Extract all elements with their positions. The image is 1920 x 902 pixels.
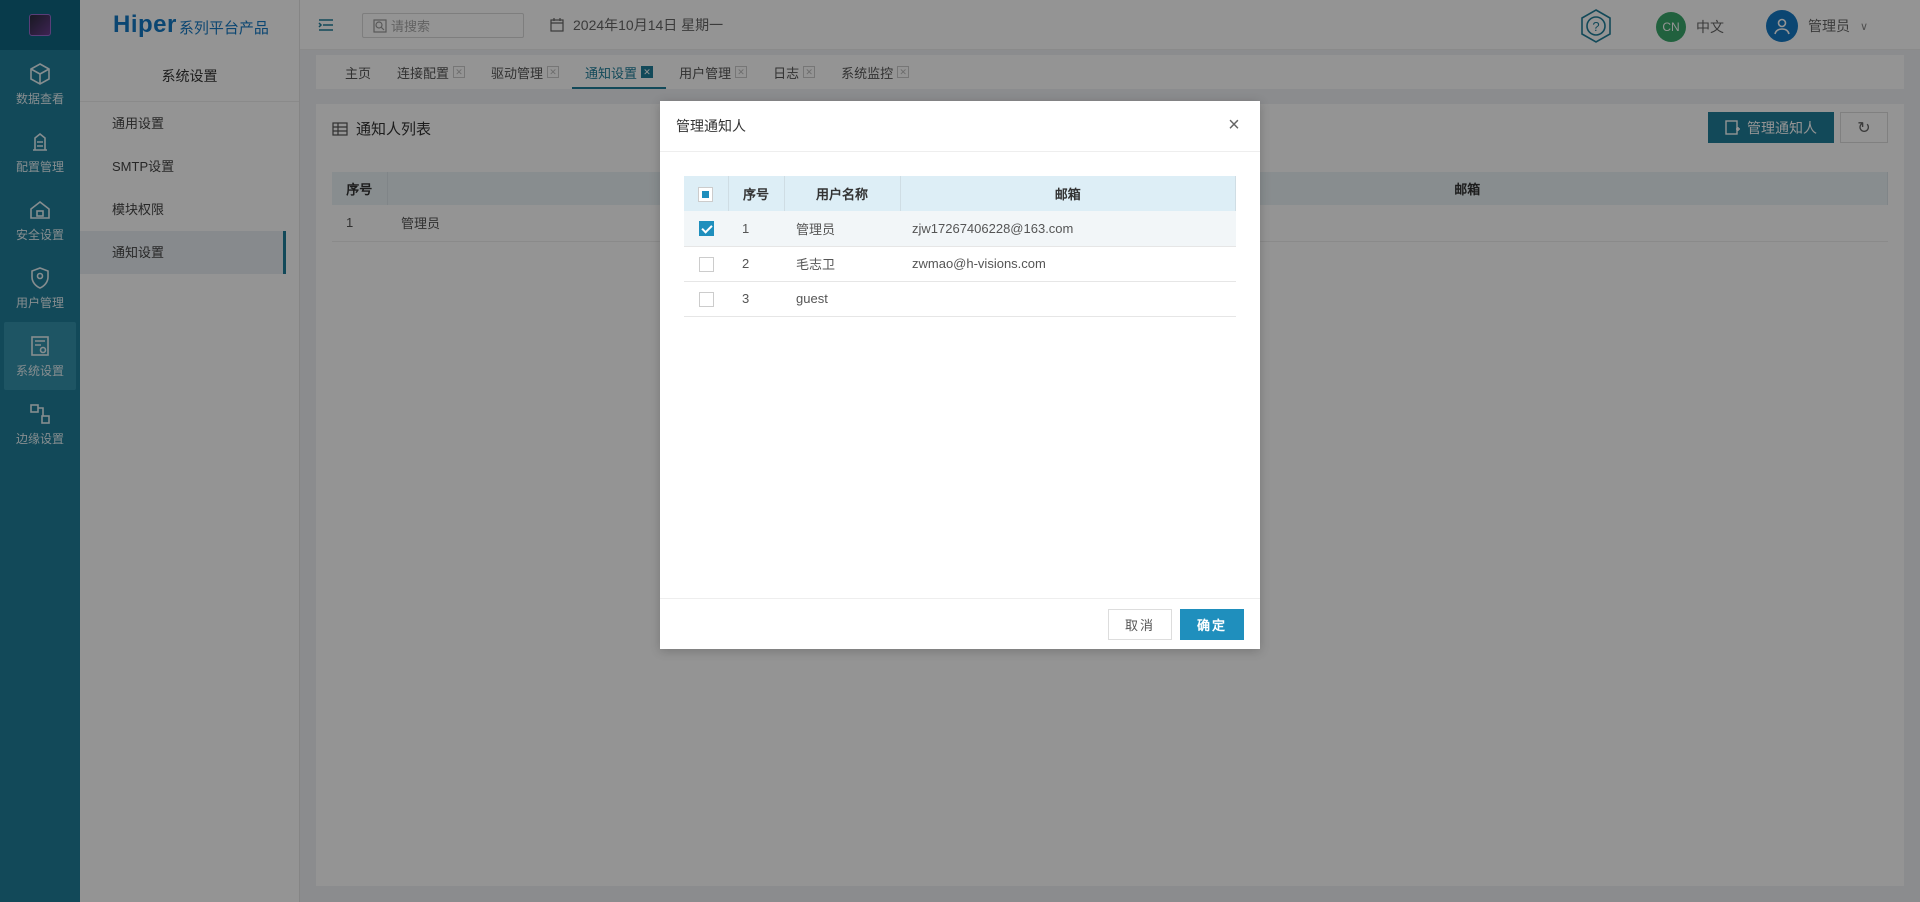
- col-username: 用户名称: [784, 176, 901, 211]
- cancel-button[interactable]: 取消: [1108, 609, 1172, 640]
- row-name: 毛志卫: [784, 246, 900, 282]
- row-name: guest: [784, 281, 900, 317]
- dialog-header: 管理通知人 ×: [660, 101, 1260, 152]
- confirm-button[interactable]: 确定: [1180, 609, 1244, 640]
- select-all-checkbox[interactable]: [698, 186, 714, 202]
- row-email: zwmao@h-visions.com: [900, 246, 1236, 282]
- row-select: [684, 211, 728, 247]
- dialog-title: 管理通知人: [676, 118, 746, 134]
- row-checkbox[interactable]: [698, 291, 714, 307]
- manage-notifier-dialog: 管理通知人 × 序号 用户名称 邮箱 1 管理员 zjw17267406228@…: [660, 101, 1260, 649]
- table-row[interactable]: 1 管理员 zjw17267406228@163.com: [684, 211, 1236, 247]
- table-row[interactable]: 2 毛志卫 zwmao@h-visions.com: [684, 246, 1236, 282]
- row-index: 2: [728, 246, 784, 282]
- col-email: 邮箱: [900, 176, 1236, 211]
- col-index: 序号: [728, 176, 785, 211]
- dialog-footer: 取消 确定: [660, 598, 1260, 649]
- row-checkbox[interactable]: [698, 221, 714, 237]
- row-select: [684, 246, 728, 282]
- row-checkbox[interactable]: [698, 256, 714, 272]
- row-name: 管理员: [784, 211, 900, 247]
- row-email: zjw17267406228@163.com: [900, 211, 1236, 247]
- close-icon[interactable]: ×: [1226, 115, 1242, 135]
- row-index: 3: [728, 281, 784, 317]
- notifier-select-table: 序号 用户名称 邮箱 1 管理员 zjw17267406228@163.com …: [684, 176, 1236, 317]
- row-select: [684, 281, 728, 317]
- col-select-all: [684, 176, 729, 211]
- row-index: 1: [728, 211, 784, 247]
- table-row[interactable]: 3 guest: [684, 281, 1236, 317]
- row-email: [900, 281, 1236, 317]
